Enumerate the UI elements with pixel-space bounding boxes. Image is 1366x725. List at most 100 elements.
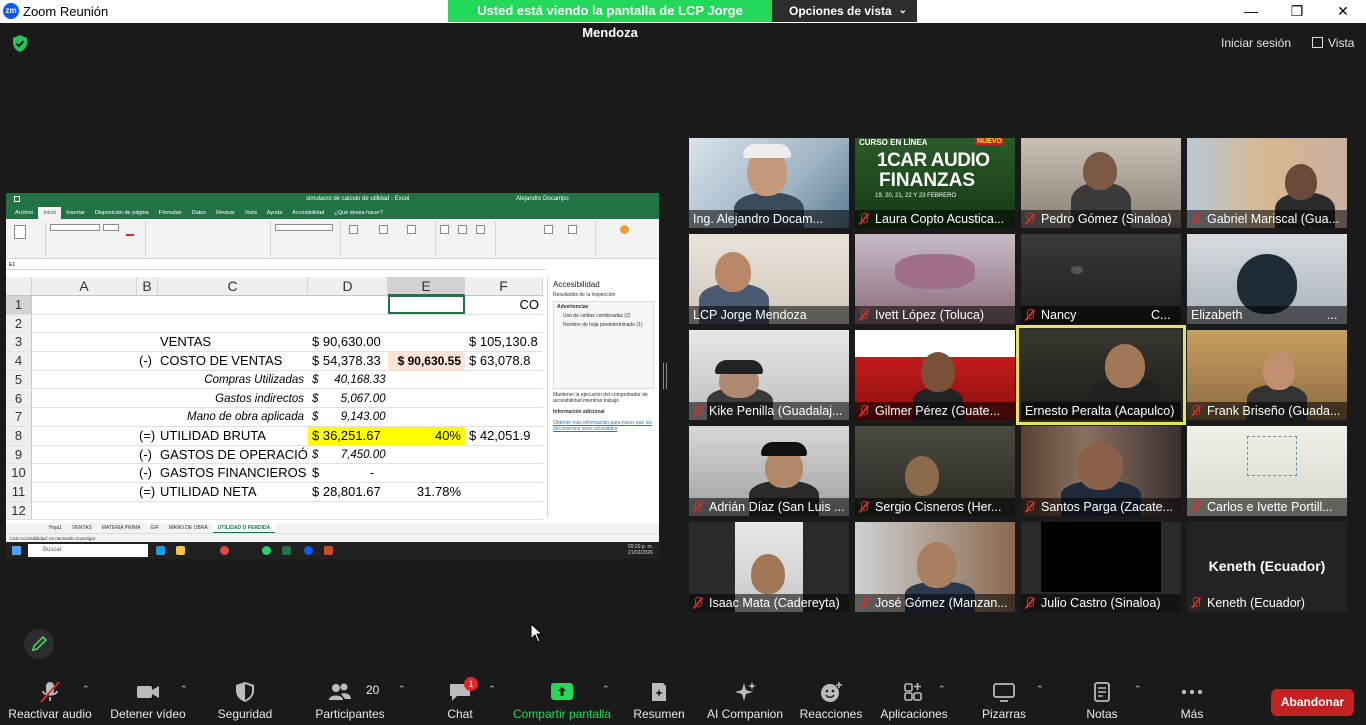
cell: Mano de obra aplicada <box>187 411 304 424</box>
participant-tile[interactable]: Santos Parga (Zacate... <box>1021 426 1181 516</box>
participant-tile[interactable]: Nancy C... <box>1021 234 1181 324</box>
cell: 40% <box>388 426 465 445</box>
participant-tile[interactable]: Frank Briseño (Guada... <box>1187 330 1347 420</box>
accessibility-pane: Accesibilidad Resultados de la inspecció… <box>547 277 659 517</box>
accessibility-extra-info: Información adicional <box>553 409 605 415</box>
person-figure <box>1237 254 1297 314</box>
name-text: Keneth (Ecuador) <box>1207 596 1305 610</box>
participant-tile[interactable]: CURSO EN LÍNEA NUEVO 1CAR AUDIO FINANZAS… <box>855 138 1015 228</box>
banner-line: 1CAR AUDIO <box>877 150 990 171</box>
excel-tab-home: Inicio <box>38 207 62 219</box>
minimize-button[interactable]: — <box>1228 0 1274 23</box>
participant-tile[interactable]: Carlos e Ivette Portill... <box>1187 426 1347 516</box>
excel-tab-insert: Insertar <box>66 210 85 216</box>
black-video <box>1041 522 1161 592</box>
participant-tile[interactable]: Isaac Mata (Cadereyta) <box>689 522 849 612</box>
tray-date: 21/02/2026 <box>627 550 653 556</box>
summary-label: Resumen <box>633 707 685 721</box>
share-screen-label: Compartir pantalla <box>512 707 612 721</box>
participant-tile[interactable]: Elizabeth... <box>1187 234 1347 324</box>
encryption-shield-icon[interactable] <box>12 35 28 52</box>
name-text: Isaac Mata (Cadereyta) <box>709 596 840 610</box>
cell: UTILIDAD BRUTA <box>160 427 266 443</box>
ribbon-group-alignment <box>146 221 271 257</box>
meeting-toolbar: Reactivar audio ⌃ Detener vídeo ⌃ Seguri… <box>0 672 1366 725</box>
column-header-e: E <box>388 277 465 296</box>
participant-tile[interactable]: Sergio Cisneros (Her... <box>855 426 1015 516</box>
name-text: Kike Penilla (Guadalaj... <box>709 404 843 418</box>
whiteboards-options-caret[interactable]: ⌃ <box>1036 684 1046 694</box>
participant-tile[interactable]: Adrián Díaz (San Luis ... <box>689 426 849 516</box>
close-button[interactable]: ✕ <box>1320 0 1366 23</box>
warnings-spacer <box>557 328 650 386</box>
apps-options-caret[interactable]: ⌃ <box>938 684 948 694</box>
participant-tile[interactable]: Ivett López (Toluca) <box>855 234 1015 324</box>
share-screen-button[interactable]: Compartir pantalla <box>508 672 616 725</box>
share-options-caret[interactable]: ⌃ <box>602 684 612 694</box>
notes-label: Notas <box>1086 707 1118 721</box>
participant-tile[interactable]: José Gómez (Manzan... <box>855 522 1015 612</box>
notes-button[interactable]: Notas <box>1076 672 1128 725</box>
shared-screen-excel: simulacro de calculo de utilidad - Excel… <box>6 193 659 559</box>
participant-tile[interactable]: Gabriel Mariscal (Gua... <box>1187 138 1347 228</box>
restore-button[interactable]: ❐ <box>1274 0 1320 23</box>
participants-button[interactable]: 20 Participantes <box>310 672 390 725</box>
person-figure <box>917 542 957 588</box>
panel-resize-handle[interactable] <box>663 363 667 389</box>
participant-tile[interactable]: Gilmer Pérez (Guate... <box>855 330 1015 420</box>
muted-mic-icon <box>1191 405 1201 417</box>
sign-in-link[interactable]: Iniciar sesión <box>1221 36 1291 50</box>
more-button[interactable]: Más <box>1166 672 1218 725</box>
summary-button[interactable]: Resumen <box>628 672 690 725</box>
participants-icon <box>329 683 352 700</box>
cell: $ - <box>312 465 375 481</box>
cell: $ 105,130.8 <box>469 334 538 350</box>
ribbon-group-font <box>46 221 146 257</box>
cell: (-) <box>139 353 152 369</box>
table-row: 11 (=) UTILIDAD NETA $ 28,801.67 31.78% <box>6 483 543 502</box>
view-options-button[interactable]: Opciones de vista ⌄ <box>772 0 917 22</box>
ai-companion-button[interactable]: AI Companion <box>700 672 790 725</box>
participant-tile-active-speaker[interactable]: Ernesto Peralta (Acapulco) <box>1016 325 1186 425</box>
chevron-down-icon: ⌄ <box>898 5 907 16</box>
whiteboards-button[interactable]: Pizarras <box>974 672 1034 725</box>
audio-options-caret[interactable]: ⌃ <box>82 684 92 694</box>
more-dots-icon <box>1181 689 1203 695</box>
participant-name: Adrián Díaz (San Luis ... <box>689 498 849 516</box>
name-text: Santos Parga (Zacate... <box>1041 500 1174 514</box>
chat-button[interactable]: 1 Chat <box>430 672 490 725</box>
leave-meeting-button[interactable]: Abandonar <box>1271 689 1354 716</box>
participant-tile[interactable]: Kike Penilla (Guadalaj... <box>689 330 849 420</box>
participant-tile[interactable]: LCP Jorge Mendoza <box>689 234 849 324</box>
muted-mic-icon <box>1025 597 1035 609</box>
view-button[interactable]: Vista <box>1312 36 1354 50</box>
delete-cells-icon <box>458 225 467 234</box>
cell: (-) <box>139 446 152 462</box>
stop-video-button[interactable]: Detener vídeo <box>104 672 192 725</box>
notes-icon <box>1094 682 1110 702</box>
participant-tile[interactable]: Pedro Gómez (Sinaloa) <box>1021 138 1181 228</box>
accessibility-keep-running: Mantener la ejecución del comprobador de… <box>553 392 648 404</box>
participant-name: Laura Copto Acustica... <box>855 210 1015 228</box>
security-button[interactable]: Seguridad <box>212 672 278 725</box>
window-title: Zoom Reunión <box>23 4 109 19</box>
excel-tab-review: Revisar <box>215 210 235 216</box>
cell: $ 63,078.8 <box>469 353 531 369</box>
participant-name: Sergio Cisneros (Her... <box>855 498 1015 516</box>
video-options-caret[interactable]: ⌃ <box>180 684 190 694</box>
participants-options-caret[interactable]: ⌃ <box>398 684 408 694</box>
participant-tile[interactable]: Ing. Alejandro Docam... <box>689 138 849 228</box>
unmute-button[interactable]: Reactivar audio <box>2 672 98 725</box>
participant-tile[interactable]: Julio Castro (Sinaloa) <box>1021 522 1181 612</box>
notes-options-caret[interactable]: ⌃ <box>1134 684 1144 694</box>
reactions-button[interactable]: Reacciones <box>798 672 864 725</box>
participant-tile-video-off[interactable]: Keneth (Ecuador) Keneth (Ecuador) <box>1187 522 1347 612</box>
name-text: Pedro Gómez (Sinaloa) <box>1041 212 1172 226</box>
annotate-button[interactable] <box>24 629 54 659</box>
muted-mic-icon <box>1025 309 1035 321</box>
explorer-icon <box>176 546 185 555</box>
cell: GASTOS FINANCIEROS <box>160 465 307 481</box>
apps-button[interactable]: Aplicaciones <box>876 672 952 725</box>
column-header-f: F <box>465 277 543 296</box>
chat-options-caret[interactable]: ⌃ <box>488 684 498 694</box>
